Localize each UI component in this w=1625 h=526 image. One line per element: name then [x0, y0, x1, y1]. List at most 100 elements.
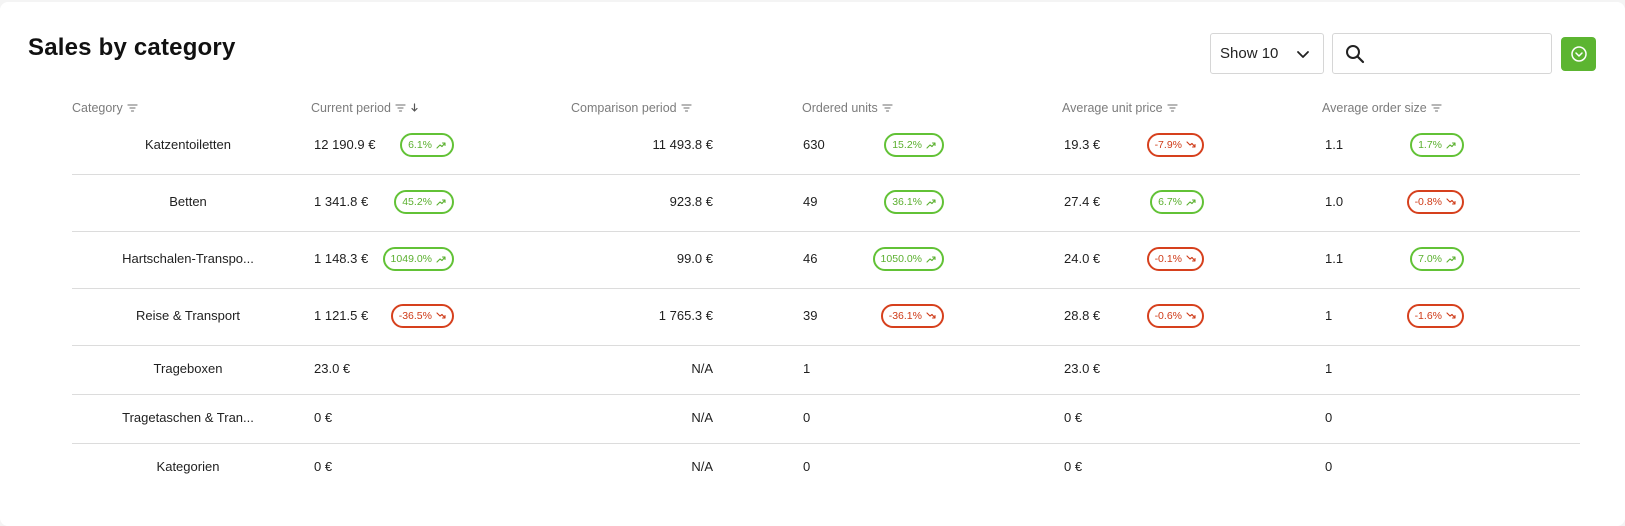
average-order-size-cell: 1.1 [1325, 251, 1344, 266]
trend-up-icon [436, 142, 446, 149]
trend-up-icon [1446, 256, 1456, 263]
average-order-size-cell: 0 [1325, 410, 1333, 425]
trend-up-icon [926, 199, 936, 206]
column-header-comparison[interactable]: Comparison period [571, 101, 692, 115]
filter-icon[interactable] [395, 103, 406, 113]
ordered-units-cell: 0 [803, 459, 811, 474]
category-cell: Betten [169, 194, 207, 209]
comparison-period-cell: 11 493.8 € [652, 137, 713, 152]
column-header-size[interactable]: Average order size [1322, 101, 1442, 115]
comparison-period-cell: N/A [691, 361, 713, 376]
trend-up-icon [926, 256, 936, 263]
filter-icon[interactable] [681, 103, 692, 113]
column-header-units[interactable]: Ordered units [802, 101, 893, 115]
filter-icon[interactable] [1431, 103, 1442, 113]
change-value: -36.5% [398, 310, 432, 322]
search-field[interactable] [1332, 33, 1552, 74]
current-period-cell: 1 148.3 € [314, 251, 369, 266]
current-period-cell: 1 121.5 € [314, 308, 369, 323]
average-unit-price-cell: 28.8 € [1064, 308, 1101, 323]
average-unit-price-cell: 27.4 € [1064, 194, 1101, 209]
change-value: 15.2% [892, 139, 922, 151]
price-change-badge: -7.9% [1146, 133, 1204, 157]
category-cell: Katzentoiletten [144, 137, 231, 152]
current-change-badge: 6.1% [400, 133, 454, 157]
column-header-label: Category [72, 101, 123, 115]
comparison-period-cell: N/A [691, 459, 713, 474]
size-change-badge: 7.0% [1410, 247, 1464, 271]
sales-by-category-card: Sales by category Show 10 Category Curren… [0, 2, 1625, 526]
change-value: 7.0% [1418, 253, 1442, 265]
average-order-size-cell: 1 [1325, 361, 1333, 376]
price-change-badge: 6.7% [1150, 190, 1204, 214]
change-value: 6.1% [408, 139, 432, 151]
change-value: -0.8% [1414, 196, 1442, 208]
filter-icon[interactable] [882, 103, 893, 113]
trend-down-icon [1186, 141, 1196, 148]
current-period-cell: 0 € [314, 459, 333, 474]
comparison-period-cell: 99.0 € [676, 251, 713, 266]
change-value: 45.2% [402, 196, 432, 208]
change-value: -1.6% [1414, 310, 1442, 322]
current-change-badge: -36.5% [390, 304, 454, 328]
average-unit-price-cell: 19.3 € [1064, 137, 1101, 152]
filter-icon[interactable] [127, 103, 138, 113]
comparison-period-cell: 923.8 € [669, 194, 713, 209]
row-divider [72, 288, 1580, 289]
search-input[interactable] [1377, 40, 1545, 68]
change-value: 1050.0% [880, 253, 922, 265]
search-icon [1346, 45, 1365, 64]
trend-down-icon [1446, 198, 1456, 205]
size-change-badge: -1.6% [1406, 304, 1464, 328]
average-unit-price-cell: 0 € [1064, 459, 1083, 474]
page-size-select[interactable]: Show 10 [1210, 33, 1324, 74]
column-header-label: Average unit price [1062, 101, 1163, 115]
current-period-cell: 1 341.8 € [314, 194, 369, 209]
ordered-units-cell: 0 [803, 410, 811, 425]
category-cell: Tragetaschen & Tran... [122, 410, 254, 425]
trend-down-icon [1446, 312, 1456, 319]
change-value: -36.1% [888, 310, 922, 322]
trend-up-icon [926, 142, 936, 149]
export-button[interactable] [1561, 37, 1596, 71]
average-unit-price-cell: 24.0 € [1064, 251, 1101, 266]
size-change-badge: -0.8% [1406, 190, 1464, 214]
average-order-size-cell: 1.1 [1325, 137, 1344, 152]
row-divider [72, 394, 1580, 395]
trend-up-icon [436, 199, 446, 206]
size-change-badge: 1.7% [1410, 133, 1464, 157]
ordered-units-cell: 49 [803, 194, 818, 209]
average-order-size-cell: 0 [1325, 459, 1333, 474]
column-header-price[interactable]: Average unit price [1062, 101, 1178, 115]
units-change-badge: 15.2% [884, 133, 944, 157]
ordered-units-cell: 630 [803, 137, 825, 152]
column-header-label: Comparison period [571, 101, 677, 115]
sort-desc-icon[interactable] [410, 103, 419, 113]
category-cell: Trageboxen [153, 361, 223, 376]
current-period-cell: 23.0 € [314, 361, 351, 376]
row-divider [72, 174, 1580, 175]
filter-icon[interactable] [1166, 103, 1178, 113]
trend-up-icon [436, 256, 446, 263]
trend-up-icon [1446, 142, 1456, 149]
category-cell: Hartschalen-Transpo... [122, 251, 254, 266]
chevron-down-icon [1297, 51, 1309, 58]
column-header-current[interactable]: Current period [311, 101, 419, 115]
row-divider [72, 345, 1580, 346]
ordered-units-cell: 1 [803, 361, 811, 376]
page-size-label: Show 10 [1220, 45, 1279, 62]
change-value: 1049.0% [390, 253, 432, 265]
change-value: 6.7% [1158, 196, 1182, 208]
average-order-size-cell: 1.0 [1325, 194, 1344, 209]
change-value: -0.1% [1154, 253, 1182, 265]
trend-up-icon [1186, 199, 1196, 206]
column-header-label: Average order size [1322, 101, 1427, 115]
category-cell: Kategorien [156, 459, 220, 474]
column-header-category[interactable]: Category [72, 101, 138, 115]
units-change-badge: -36.1% [880, 304, 944, 328]
change-value: -7.9% [1154, 139, 1182, 151]
current-period-cell: 12 190.9 € [314, 137, 376, 152]
units-change-badge: 36.1% [884, 190, 944, 214]
comparison-period-cell: 1 765.3 € [658, 308, 713, 323]
current-period-cell: 0 € [314, 410, 333, 425]
